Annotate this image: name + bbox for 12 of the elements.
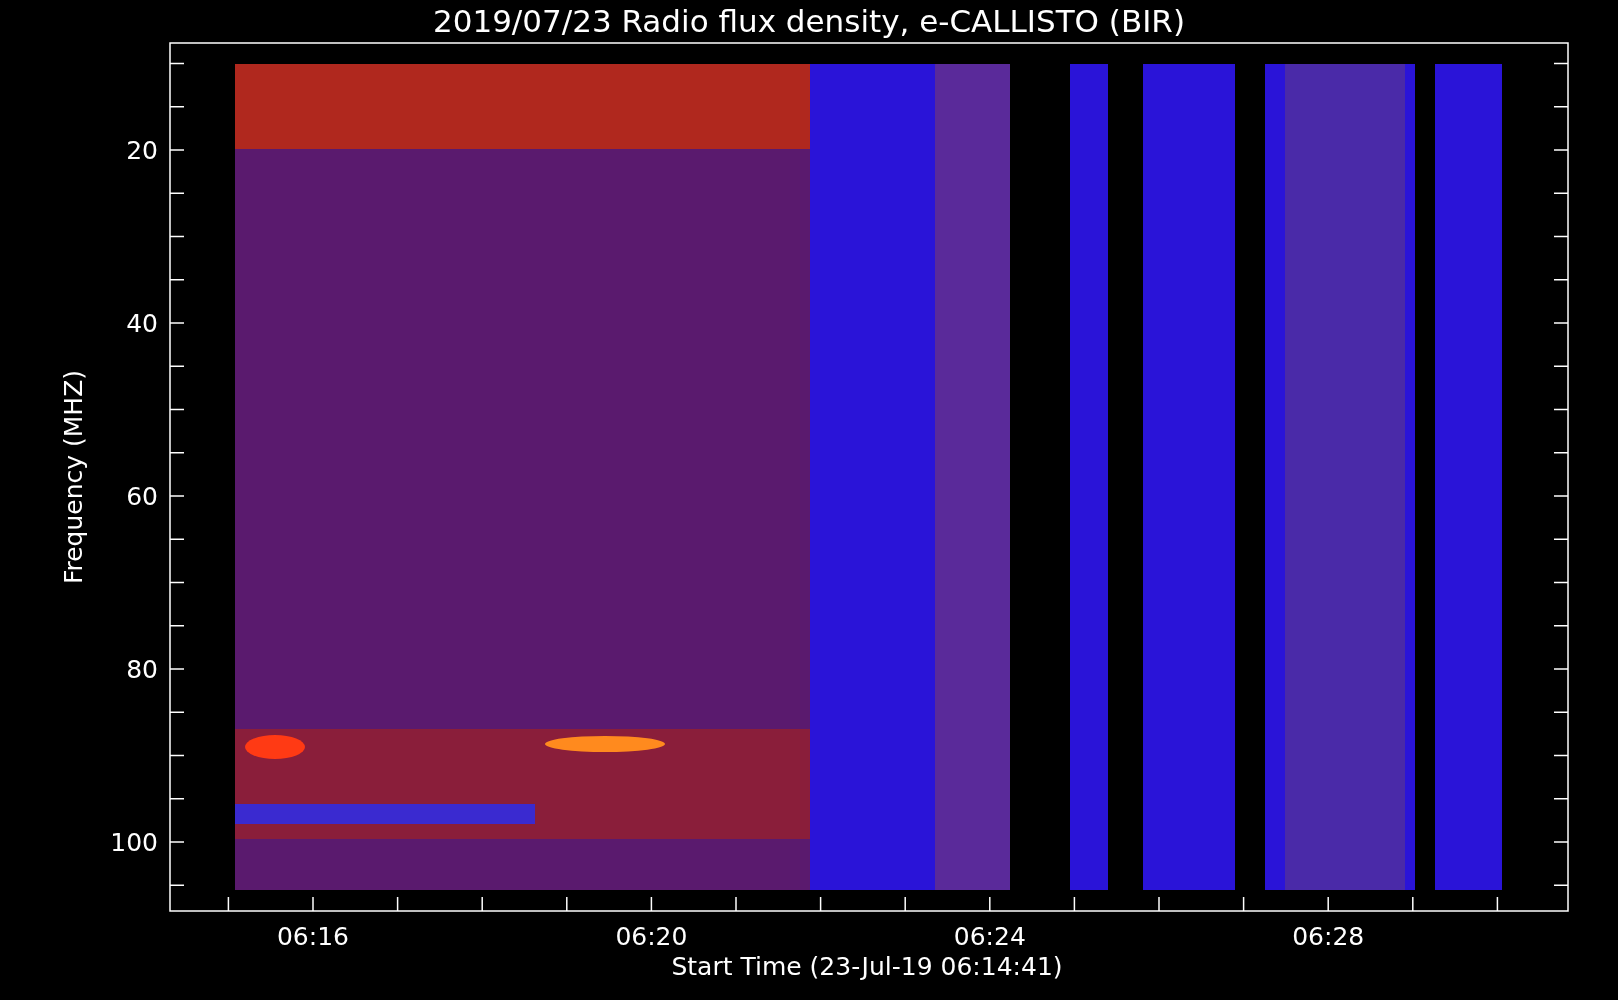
y-tick-label: 100 — [110, 828, 158, 857]
y-axis-label: Frequency (MHZ) — [59, 369, 88, 585]
x-axis-label: Start Time (23-Jul-19 06:14:41) — [671, 952, 1063, 981]
x-tick-label: 06:20 — [615, 922, 688, 951]
x-tick-label: 06:24 — [953, 922, 1026, 951]
x-tick-label: 06:16 — [277, 922, 349, 951]
chart-title: 2019/07/23 Radio flux density, e-CALLISTO (BIR) — [433, 3, 1185, 39]
y-tick-label: 40 — [126, 309, 158, 338]
y-tick-label: 60 — [126, 482, 158, 511]
y-tick-label: 80 — [126, 655, 158, 684]
x-tick-label: 06:28 — [1292, 922, 1365, 951]
y-tick-label: 20 — [126, 136, 158, 165]
